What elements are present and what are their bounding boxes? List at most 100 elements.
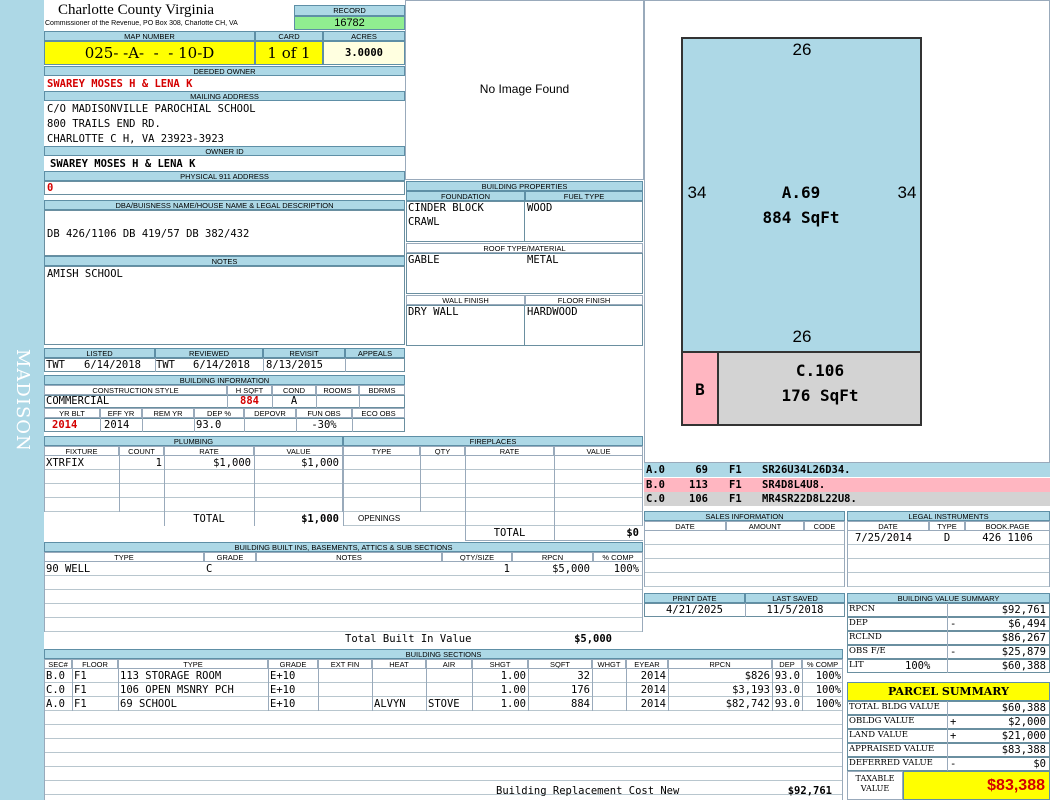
- sales-amount-label: AMOUNT: [726, 521, 804, 531]
- ps-label: DEFERRED VALUE: [849, 758, 933, 768]
- parcel-summary-title: PARCEL SUMMARY: [847, 682, 1050, 701]
- floor-finish-label: FLOOR FINISH: [525, 295, 643, 305]
- bi-type: 90 WELL: [46, 563, 91, 575]
- replacement-value: $92,761: [787, 785, 832, 797]
- listed-by: TWT: [46, 359, 65, 371]
- roof-type: GABLE: [408, 254, 440, 266]
- section-cell: $826: [744, 670, 770, 682]
- ps-value: $21,000: [1001, 730, 1046, 742]
- legend-code: C.0: [646, 493, 665, 505]
- section-cell: 106 OPEN MSNRY PCH: [120, 684, 234, 696]
- mailing-line-1: C/O MADISONVILLE PAROCHIAL SCHOOL: [47, 103, 256, 115]
- section-cell: C.0: [46, 684, 65, 696]
- fp-qty-label: QTY: [420, 446, 465, 456]
- ps-value: $0: [1033, 758, 1046, 770]
- ps-value: $2,000: [1008, 716, 1046, 728]
- floor-finish: HARDWOOD: [527, 306, 578, 318]
- rooms-label: ROOMS: [316, 385, 359, 395]
- section-cell: E+10: [270, 684, 296, 696]
- section-cell: B.0: [46, 670, 65, 682]
- wall-finish: DRY WALL: [408, 306, 459, 318]
- reviewed-label: REVIEWED: [155, 348, 263, 358]
- sec-col-shgt: SHGT: [472, 659, 528, 669]
- openings-label: OPENINGS: [358, 514, 401, 523]
- section-cell: E+10: [270, 670, 296, 682]
- sec-col-type: TYPE: [118, 659, 268, 669]
- legal-type: D: [943, 532, 951, 544]
- legend-path: SR4D8L4U8.: [762, 479, 826, 491]
- map-number-label: MAP NUMBER: [44, 31, 255, 41]
- yr-blt-label: YR BLT: [44, 408, 100, 418]
- eco-obs-label: ECO OBS: [352, 408, 405, 418]
- legend-code: A.0: [646, 464, 665, 476]
- dba-label: DBA/BUISNESS NAME/HOUSE NAME & LEGAL DES…: [44, 200, 405, 210]
- sales-code-label: CODE: [804, 521, 845, 531]
- construction-style: COMMERCIAL: [46, 395, 110, 407]
- section-cell: 2014: [640, 684, 666, 696]
- section-cell: 93.0: [774, 684, 800, 696]
- sketch-b-label: B: [695, 380, 705, 399]
- commissioner-line: Commissioner of the Revenue, PO Box 308,…: [45, 20, 238, 27]
- replacement-label: Building Replacement Cost New: [496, 785, 680, 797]
- rate-label: RATE: [164, 446, 254, 456]
- section-cell: ALVYN: [374, 698, 406, 710]
- vs-value: $25,879: [1001, 646, 1046, 658]
- county-title: Charlotte County Virginia: [58, 2, 215, 18]
- legend-num: 106: [689, 493, 708, 505]
- sketch-c-label: C.106: [795, 361, 845, 380]
- bi-comp-label: % COMP: [593, 552, 643, 562]
- vs-label: OBS F/E: [849, 646, 886, 656]
- section-cell: [320, 683, 370, 697]
- taxable-value: $83,388: [903, 771, 1050, 800]
- sections-label: BUILDING SECTIONS: [44, 649, 843, 659]
- section-cell: [374, 683, 424, 697]
- vs-label: DEP: [849, 618, 868, 628]
- sec-col-dep: DEP: [772, 659, 802, 669]
- vs-value: $92,761: [1001, 604, 1046, 616]
- legal-date-label: DATE: [847, 521, 929, 531]
- building-properties-label: BUILDING PROPERTIES: [406, 181, 643, 191]
- section-cell: F1: [74, 670, 87, 682]
- built-ins-label: BUILDING BUILT INS, BASEMENTS, ATTICS & …: [44, 542, 643, 552]
- yr-blt: 2014: [52, 419, 78, 431]
- legend-path: MR4SR22D8L22U8.: [762, 493, 857, 505]
- acres-label: ACRES: [323, 31, 405, 41]
- section-cell: 176: [571, 684, 590, 696]
- fuel-type: WOOD: [527, 202, 553, 214]
- owner-id: SWAREY MOSES H & LENA K: [50, 158, 196, 170]
- legal-book-label: BOOK.PAGE: [965, 521, 1050, 531]
- sec-col-sqft: SQFT: [528, 659, 592, 669]
- vs-value: $86,267: [1001, 632, 1046, 644]
- sec-col-whgt: WHGT: [592, 659, 626, 669]
- bi-total: $5,000: [574, 633, 612, 645]
- section-cell: 93.0: [774, 698, 800, 710]
- bi-qty: 1: [503, 563, 510, 575]
- deeded-owner: SWAREY MOSES H & LENA K: [47, 78, 193, 90]
- section-cell: [594, 683, 624, 697]
- section-cell: 1.00: [500, 670, 526, 682]
- section-cell: 2014: [640, 670, 666, 682]
- taxable-label-1: TAXABLE: [855, 774, 895, 783]
- section-cell: 113 STORAGE ROOM: [120, 670, 222, 682]
- bdrms-label: BDRMS: [359, 385, 405, 395]
- section-cell: 2014: [640, 698, 666, 710]
- revisit-label: REVISIT: [263, 348, 345, 358]
- section-cell: F1: [74, 698, 87, 710]
- section-cell: [428, 669, 470, 683]
- section-cell: F1: [74, 684, 87, 696]
- sales-label: SALES INFORMATION: [644, 511, 845, 521]
- fun-obs-label: FUN OBS: [296, 408, 352, 418]
- sketch-top-dim: 26: [792, 40, 812, 59]
- print-date-label: PRINT DATE: [644, 593, 745, 603]
- sec-col-floor: FLOOR: [72, 659, 118, 669]
- mailing-line-3: CHARLOTTE C H, VA 23923-3923: [47, 133, 225, 145]
- fixture-label: FIXTURE: [44, 446, 119, 456]
- section-cell: $3,193: [732, 684, 770, 696]
- fp-total: $0: [626, 527, 639, 539]
- section-cell: 1.00: [500, 698, 526, 710]
- mailing-line-2: 800 TRAILS END RD.: [47, 118, 161, 130]
- vs-label: RCLND: [849, 632, 882, 642]
- reviewed-date: 6/14/2018: [193, 359, 250, 371]
- section-cell: [428, 683, 470, 697]
- section-cell: 1.00: [500, 684, 526, 696]
